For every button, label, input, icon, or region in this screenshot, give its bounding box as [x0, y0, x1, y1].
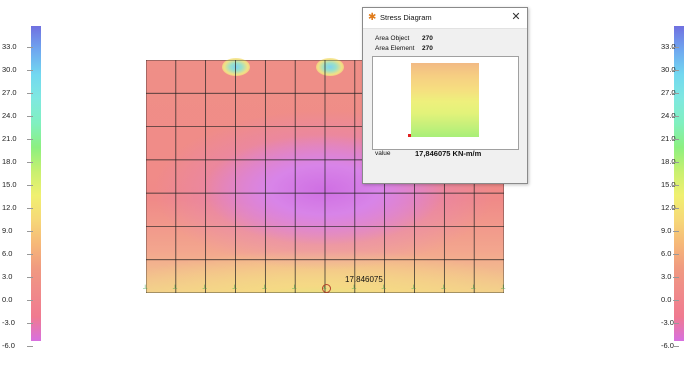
legend-tick-label: 12.0	[661, 203, 679, 212]
stress-value: 17,846075 KN-m/m	[415, 149, 482, 158]
legend-tick-label: 27.0	[661, 88, 679, 97]
legend-tick-label: -6.0	[2, 341, 33, 350]
support-icon: ┴	[411, 286, 416, 292]
legend-tick-label: 27.0	[2, 88, 33, 97]
legend-tick-label: 33.0	[2, 42, 33, 51]
legend-tick-label: 9.0	[2, 226, 35, 235]
selected-point-marker[interactable]	[322, 284, 331, 293]
legend-tick-label: -3.0	[661, 318, 679, 327]
area-object-value: 270	[422, 35, 433, 42]
area-object-label: Area Object	[375, 35, 410, 42]
legend-tick-label: -3.0	[2, 318, 33, 327]
app-icon: ✱	[368, 12, 377, 23]
legend-tick-label: 30.0	[661, 65, 679, 74]
legend-tick-label: 24.0	[2, 111, 33, 120]
support-icon: ┴	[202, 286, 207, 292]
legend-tick-label: 15.0	[2, 180, 33, 189]
support-icon: ┴	[471, 286, 476, 292]
support-icon: ┴	[172, 286, 178, 292]
legend-tick-label: 0.0	[661, 295, 680, 304]
legend-tick-label: 24.0	[661, 111, 679, 120]
area-element-value: 270	[422, 45, 433, 52]
legend-tick-label: 21.0	[661, 134, 679, 143]
legend-tick-label: 30.0	[2, 65, 33, 74]
element-stress-preview	[372, 56, 519, 150]
selected-node-dot	[408, 134, 411, 137]
close-icon[interactable]: ✕	[509, 10, 523, 24]
legend-tick-label: 12.0	[2, 203, 33, 212]
area-element-label: Area Element	[375, 45, 415, 52]
value-label: value	[375, 150, 391, 157]
legend-tick-label: 3.0	[2, 272, 35, 281]
legend-tick-label: -6.0	[661, 341, 679, 350]
support-icon: ┴	[232, 286, 237, 292]
point-value-label: 17.846075	[345, 275, 383, 284]
legend-tick-label: 15.0	[661, 180, 679, 189]
support-icon: ┴	[441, 286, 446, 292]
support-icon: ┴	[351, 286, 357, 292]
legend-tick-label: 18.0	[661, 157, 679, 166]
legend-tick-label: 21.0	[2, 134, 33, 143]
legend-tick-label: 18.0	[2, 157, 33, 166]
legend-tick-label: 6.0	[2, 249, 35, 258]
legend-tick-label: 0.0	[2, 295, 35, 304]
support-icon: ┴	[143, 286, 148, 292]
support-icon: ┴	[501, 286, 506, 292]
legend-tick-label: 33.0	[661, 42, 679, 51]
element-stress-fill	[411, 63, 479, 137]
legend-color-bar	[31, 26, 41, 341]
dialog-title: Stress Diagram	[380, 13, 432, 22]
legend-tick-label: 9.0	[661, 226, 680, 235]
stress-diagram-dialog: ✱ Stress Diagram ✕ Area Object 270 Area …	[362, 7, 528, 184]
support-icon: ┴	[292, 286, 297, 292]
dialog-titlebar[interactable]: ✱ Stress Diagram ✕	[363, 8, 527, 29]
legend-tick-label: 3.0	[661, 272, 680, 281]
support-icon: ┴	[381, 286, 386, 292]
support-icon: ┴	[262, 286, 267, 292]
legend-tick-label: 6.0	[661, 249, 680, 258]
